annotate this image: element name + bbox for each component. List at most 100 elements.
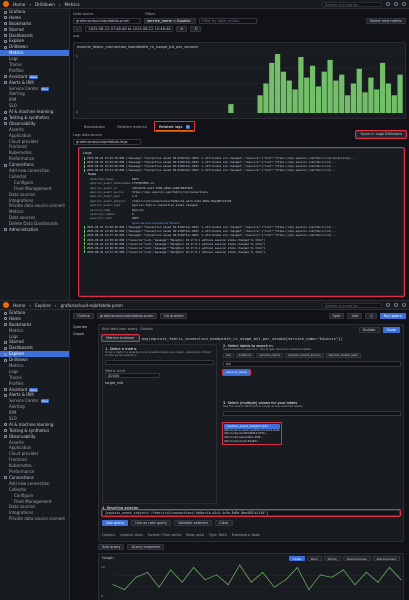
- breadcrumb-separator: ›: [29, 302, 32, 308]
- metric-search-input[interactable]: [105, 359, 214, 365]
- breadcrumb-explore[interactable]: Explore: [35, 303, 51, 308]
- starred-icon: [4, 28, 7, 32]
- time-range-picker[interactable]: 2025-08-22 07:48:48 to 2025-08-22 15:48:…: [85, 26, 174, 32]
- breadcrumb-drilldown[interactable]: Drilldown: [35, 2, 55, 7]
- sidebar-item-label: Integrations: [9, 197, 34, 203]
- administration-icon: [4, 228, 7, 232]
- breadcrumb-home[interactable]: Home: [13, 303, 25, 308]
- grafana-logo-icon[interactable]: [3, 302, 9, 308]
- graph-mode-stacked-lines[interactable]: Stacked lines: [342, 556, 371, 561]
- logs-data-source-select[interactable]: grafanacloud-eqlofabda-logs: [73, 139, 141, 145]
- graph-mode-lines[interactable]: Lines: [289, 556, 305, 561]
- log-line[interactable]: 2025-08-22 14:27:40.000 {"resource":null…: [80, 250, 403, 254]
- bell-icon[interactable]: [394, 2, 398, 6]
- query-option-options[interactable]: Options: [102, 533, 115, 537]
- sidebar-item-administration[interactable]: Administration: [0, 227, 69, 233]
- help-icon[interactable]: [386, 303, 390, 307]
- tab-related-logs[interactable]: Related logs 4: [154, 121, 195, 132]
- bell-icon[interactable]: [394, 303, 398, 307]
- data-source-select[interactable]: grafanacloud-eqlofabda-prom: [73, 18, 141, 24]
- selected-label-chip[interactable]: service_name: [222, 369, 251, 377]
- series-line: [112, 564, 402, 591]
- tab-kick-start[interactable]: Kick start your query: [102, 327, 138, 331]
- sidebar-item-private-data-source-connect[interactable]: Private data source connect: [0, 516, 69, 522]
- zoom-out-button[interactable]: ⊖: [176, 26, 188, 32]
- add-query-button[interactable]: Add query: [98, 544, 125, 550]
- label-chips: job instance service_name equinix_event_sou…: [223, 353, 401, 359]
- controls-inputs: grafanacloud-eqlofabda-prom service_name…: [73, 18, 257, 24]
- query-expression[interactable]: avg(equinix_fabric_connection_bandwidth_…: [142, 336, 343, 341]
- refresh-button[interactable]: ↻: [190, 26, 202, 32]
- graph-mode-stacked-bars[interactable]: Stacked bars: [372, 556, 400, 561]
- query-option-format[interactable]: Format: Time series: [148, 533, 182, 537]
- code-toggle[interactable]: Code: [382, 327, 400, 333]
- filter-input[interactable]: Filter by label values: [199, 18, 257, 24]
- query-inspector-button[interactable]: Query inspector: [127, 544, 165, 550]
- datasource-picker[interactable]: grafanacloud-eqlofabda-prom: [97, 313, 158, 319]
- tab-related-metrics[interactable]: Related metrics: [113, 122, 151, 131]
- label-chip-equinix-event-source[interactable]: equinix_event_source: [285, 353, 324, 359]
- y-tick-label: 1: [76, 54, 78, 58]
- breadcrumb-datasource[interactable]: grafanacloud-eqlofabda-prom: [60, 303, 122, 308]
- graph-chart[interactable]: 13 0: [99, 563, 404, 600]
- query-option-step[interactable]: Step: auto: [186, 533, 204, 537]
- sidebar-item-label: Metrics: [9, 327, 24, 333]
- value-search-input[interactable]: [223, 410, 401, 416]
- query-option-exemplars[interactable]: Exemplars: false: [232, 533, 260, 537]
- label-chip-instance[interactable]: instance: [235, 353, 255, 359]
- outline-graph[interactable]: Graph: [73, 331, 95, 338]
- avatar[interactable]: [402, 2, 406, 6]
- graph-mode-bars[interactable]: Bars: [306, 556, 322, 561]
- label-chip-job[interactable]: job: [223, 353, 234, 359]
- sidebar-item-label: Cloud provider: [9, 451, 39, 457]
- home-icon: [4, 317, 7, 321]
- data-point: [388, 566, 390, 568]
- breadcrumb-metrics[interactable]: Metrics: [65, 2, 80, 7]
- breadcrumb-home[interactable]: Home: [13, 2, 25, 7]
- tab-breakdown[interactable]: Breakdown: [80, 122, 109, 131]
- go-queries-button[interactable]: Go queries: [160, 313, 188, 319]
- avatar[interactable]: [402, 303, 406, 307]
- search-input[interactable]: Search or jump to...: [322, 302, 382, 308]
- data-point: [342, 569, 344, 571]
- data-point: [124, 589, 126, 591]
- outline-queries[interactable]: Queries: [73, 324, 95, 331]
- graph-mode-points[interactable]: Points: [323, 556, 341, 561]
- select-new-metric-button[interactable]: Select new metric: [365, 18, 406, 24]
- aggregation-select[interactable]: avg: [73, 34, 79, 38]
- metric-limit-input[interactable]: 40000: [105, 372, 160, 378]
- builder-toggle[interactable]: Builder: [359, 327, 380, 333]
- metric-list-item[interactable]: target_info: [105, 381, 214, 385]
- use-query-button[interactable]: Use query: [102, 520, 129, 526]
- use-as-rate-query-button[interactable]: Use as rate query: [131, 520, 172, 526]
- search-input[interactable]: Search or jump to...: [322, 1, 382, 7]
- filter-chip[interactable]: service_name = Equinix: [144, 18, 196, 24]
- data-point: [377, 581, 379, 583]
- label-chip-service-name[interactable]: service_name: [256, 353, 284, 359]
- help-icon[interactable]: [386, 2, 390, 6]
- grafana-logo-icon[interactable]: [3, 1, 9, 7]
- data-point: [147, 571, 149, 573]
- add-button[interactable]: Add: [347, 313, 363, 319]
- open-in-logs-drilldown-button[interactable]: Open in Logs Drilldown: [355, 130, 407, 139]
- query-option-legend[interactable]: Legend: Auto: [120, 533, 143, 537]
- metrics-browser-button[interactable]: Metrics browser: [101, 334, 140, 342]
- back-button[interactable]: ‹: [73, 26, 83, 32]
- query-option-type[interactable]: Type: Both: [209, 533, 227, 537]
- label-value-item[interactable]: /fabric/v4/ports/2c64e8f0-...: [224, 440, 280, 444]
- clear-button[interactable]: Clear: [215, 520, 233, 526]
- run-query-button[interactable]: Run query: [379, 313, 406, 319]
- time-picker[interactable]: ◷: [365, 313, 377, 319]
- sidebar-item-label: Administration: [9, 226, 39, 232]
- metrics-main: Data source Filters grafanacloud-eqlofab…: [70, 9, 409, 300]
- split-button[interactable]: Split: [328, 313, 345, 319]
- resulting-selector[interactable]: {equinix_event_subject="/fabric/v4/conne…: [101, 509, 401, 517]
- chart-bar: [274, 54, 281, 113]
- label-chip-equinix-event-spec[interactable]: equinix_event_spec: [325, 353, 362, 359]
- chart-bar: [385, 83, 392, 113]
- validate-selector-button[interactable]: Validate selector: [174, 520, 213, 526]
- outline-toggle[interactable]: Outline: [73, 313, 95, 319]
- metric-graph[interactable]: 10: [74, 51, 406, 119]
- tab-explain[interactable]: Explain: [141, 327, 153, 331]
- label-search-input[interactable]: eq: [223, 361, 401, 368]
